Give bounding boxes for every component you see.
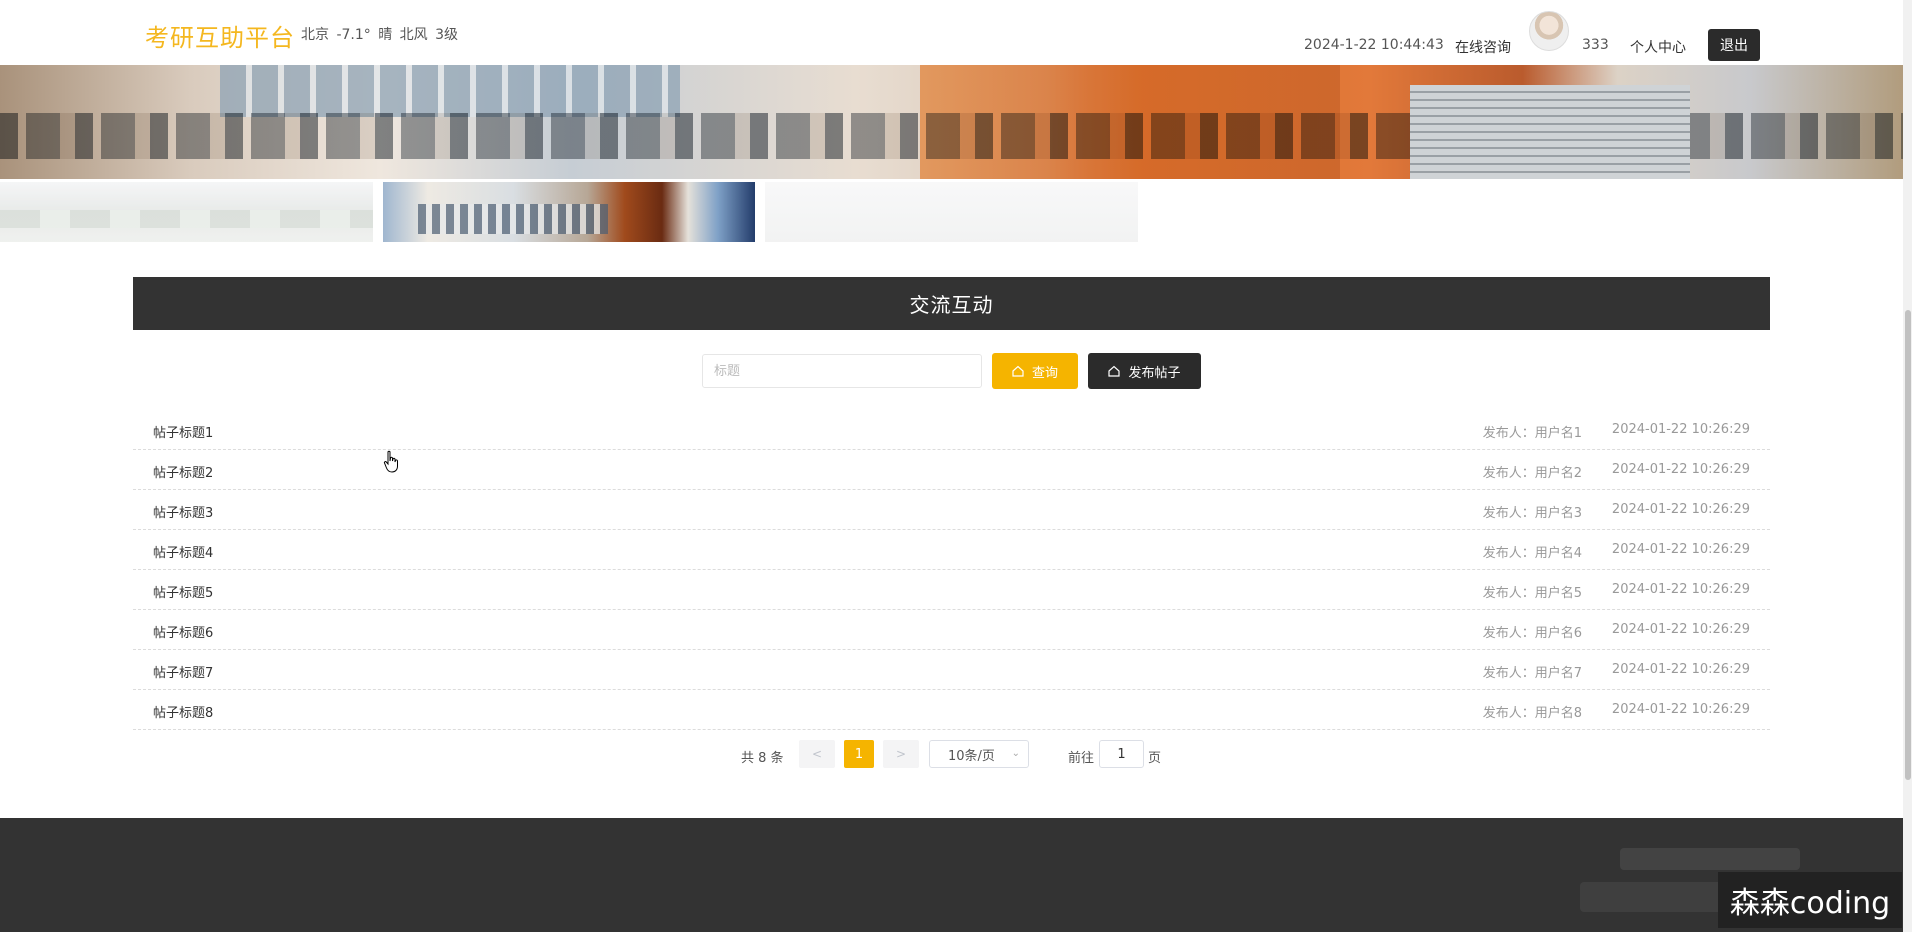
post-time: 2024-01-22 10:26:29 bbox=[1611, 622, 1750, 637]
post-title[interactable]: 帖子标题3 bbox=[153, 502, 213, 521]
publish-button-label: 发布帖子 bbox=[1128, 365, 1181, 381]
post-author: 发布人：用户名1 bbox=[1482, 426, 1582, 441]
query-button-label: 查询 bbox=[1031, 365, 1058, 381]
prev-page-button[interactable]: < bbox=[799, 740, 835, 768]
post-author: 发布人：用户名2 bbox=[1482, 466, 1582, 481]
page-size-value: 10条/页 bbox=[948, 748, 995, 764]
post-time: 2024-01-22 10:26:29 bbox=[1611, 582, 1750, 597]
post-title[interactable]: 帖子标题4 bbox=[153, 542, 213, 561]
list-item[interactable]: 帖子标题1 发布人：用户名1 2024-01-22 10:26:29 bbox=[133, 410, 1770, 450]
carousel-thumbnail-2[interactable] bbox=[383, 182, 755, 242]
post-list: 帖子标题1 发布人：用户名1 2024-01-22 10:26:29 帖子标题2… bbox=[133, 410, 1770, 730]
goto-suffix-label: 页 bbox=[1148, 751, 1162, 766]
profile-center-link[interactable]: 个人中心 bbox=[1630, 37, 1686, 57]
goto-label: 前往 bbox=[1068, 751, 1095, 766]
post-time: 2024-01-22 10:26:29 bbox=[1611, 462, 1750, 477]
title-search-input[interactable] bbox=[702, 354, 982, 388]
post-author: 发布人：用户名5 bbox=[1482, 586, 1582, 601]
publish-post-button[interactable]: 发布帖子 bbox=[1088, 353, 1201, 389]
page-root: 考研互助平台 北京 -7.1° 晴 北风 3级 2024-1-22 10:44:… bbox=[0, 0, 1912, 932]
top-navbar: 考研互助平台 北京 -7.1° 晴 北风 3级 2024-1-22 10:44:… bbox=[0, 0, 1895, 65]
post-author: 发布人：用户名8 bbox=[1482, 706, 1582, 721]
post-time: 2024-01-22 10:26:29 bbox=[1611, 702, 1750, 717]
pagination: 共 8 条 < 1 > 10条/页 ⌄ 前往 页 bbox=[0, 740, 1903, 768]
list-item[interactable]: 帖子标题2 发布人：用户名2 2024-01-22 10:26:29 bbox=[133, 450, 1770, 490]
site-logo[interactable]: 考研互助平台 bbox=[145, 18, 295, 53]
scrollbar-thumb[interactable] bbox=[1905, 310, 1911, 780]
post-author: 发布人：用户名4 bbox=[1482, 546, 1582, 561]
post-title[interactable]: 帖子标题5 bbox=[153, 582, 213, 601]
username-label: 333 bbox=[1582, 37, 1609, 53]
chevron-down-icon: ⌄ bbox=[1011, 748, 1020, 759]
post-time: 2024-01-22 10:26:29 bbox=[1611, 422, 1750, 437]
weather-info: 北京 -7.1° 晴 北风 3级 bbox=[301, 27, 459, 43]
goto-page-input[interactable] bbox=[1099, 740, 1144, 768]
post-time: 2024-01-22 10:26:29 bbox=[1611, 542, 1750, 557]
post-author: 发布人：用户名6 bbox=[1482, 626, 1582, 641]
next-page-button[interactable]: > bbox=[883, 740, 919, 768]
page-size-select[interactable]: 10条/页 ⌄ bbox=[929, 740, 1029, 768]
list-item[interactable]: 帖子标题6 发布人：用户名6 2024-01-22 10:26:29 bbox=[133, 610, 1770, 650]
post-author: 发布人：用户名3 bbox=[1482, 506, 1582, 521]
carousel-thumbnail-1[interactable] bbox=[0, 182, 373, 242]
post-title[interactable]: 帖子标题2 bbox=[153, 462, 213, 481]
list-item[interactable]: 帖子标题4 发布人：用户名4 2024-01-22 10:26:29 bbox=[133, 530, 1770, 570]
pagination-total: 共 8 条 bbox=[741, 751, 784, 766]
carousel-thumbnails bbox=[0, 182, 1140, 242]
avatar[interactable] bbox=[1529, 11, 1569, 51]
post-author: 发布人：用户名7 bbox=[1482, 666, 1582, 681]
page-number-current[interactable]: 1 bbox=[844, 740, 874, 768]
logout-button[interactable]: 退出 bbox=[1708, 29, 1760, 61]
online-consult-link[interactable]: 在线咨询 bbox=[1455, 37, 1511, 57]
section-title: 交流互动 bbox=[133, 277, 1770, 330]
current-datetime: 2024-1-22 10:44:43 bbox=[1304, 37, 1444, 53]
post-title[interactable]: 帖子标题6 bbox=[153, 622, 213, 641]
list-item[interactable]: 帖子标题7 发布人：用户名7 2024-01-22 10:26:29 bbox=[133, 650, 1770, 690]
post-time: 2024-01-22 10:26:29 bbox=[1611, 502, 1750, 517]
video-watermark: 森森coding bbox=[1718, 872, 1902, 928]
banner-carousel[interactable] bbox=[0, 65, 1903, 179]
home-icon bbox=[1012, 365, 1024, 377]
list-item[interactable]: 帖子标题5 发布人：用户名5 2024-01-22 10:26:29 bbox=[133, 570, 1770, 610]
home-icon bbox=[1108, 365, 1121, 377]
post-title[interactable]: 帖子标题8 bbox=[153, 702, 213, 721]
list-item[interactable]: 帖子标题8 发布人：用户名8 2024-01-22 10:26:29 bbox=[133, 690, 1770, 730]
footer bbox=[0, 818, 1912, 932]
query-button[interactable]: 查询 bbox=[992, 353, 1078, 389]
carousel-thumbnail-3[interactable] bbox=[765, 182, 1138, 242]
post-title[interactable]: 帖子标题1 bbox=[153, 422, 213, 441]
hand-cursor-icon bbox=[383, 450, 398, 473]
list-item[interactable]: 帖子标题3 发布人：用户名3 2024-01-22 10:26:29 bbox=[133, 490, 1770, 530]
post-title[interactable]: 帖子标题7 bbox=[153, 662, 213, 681]
post-time: 2024-01-22 10:26:29 bbox=[1611, 662, 1750, 677]
